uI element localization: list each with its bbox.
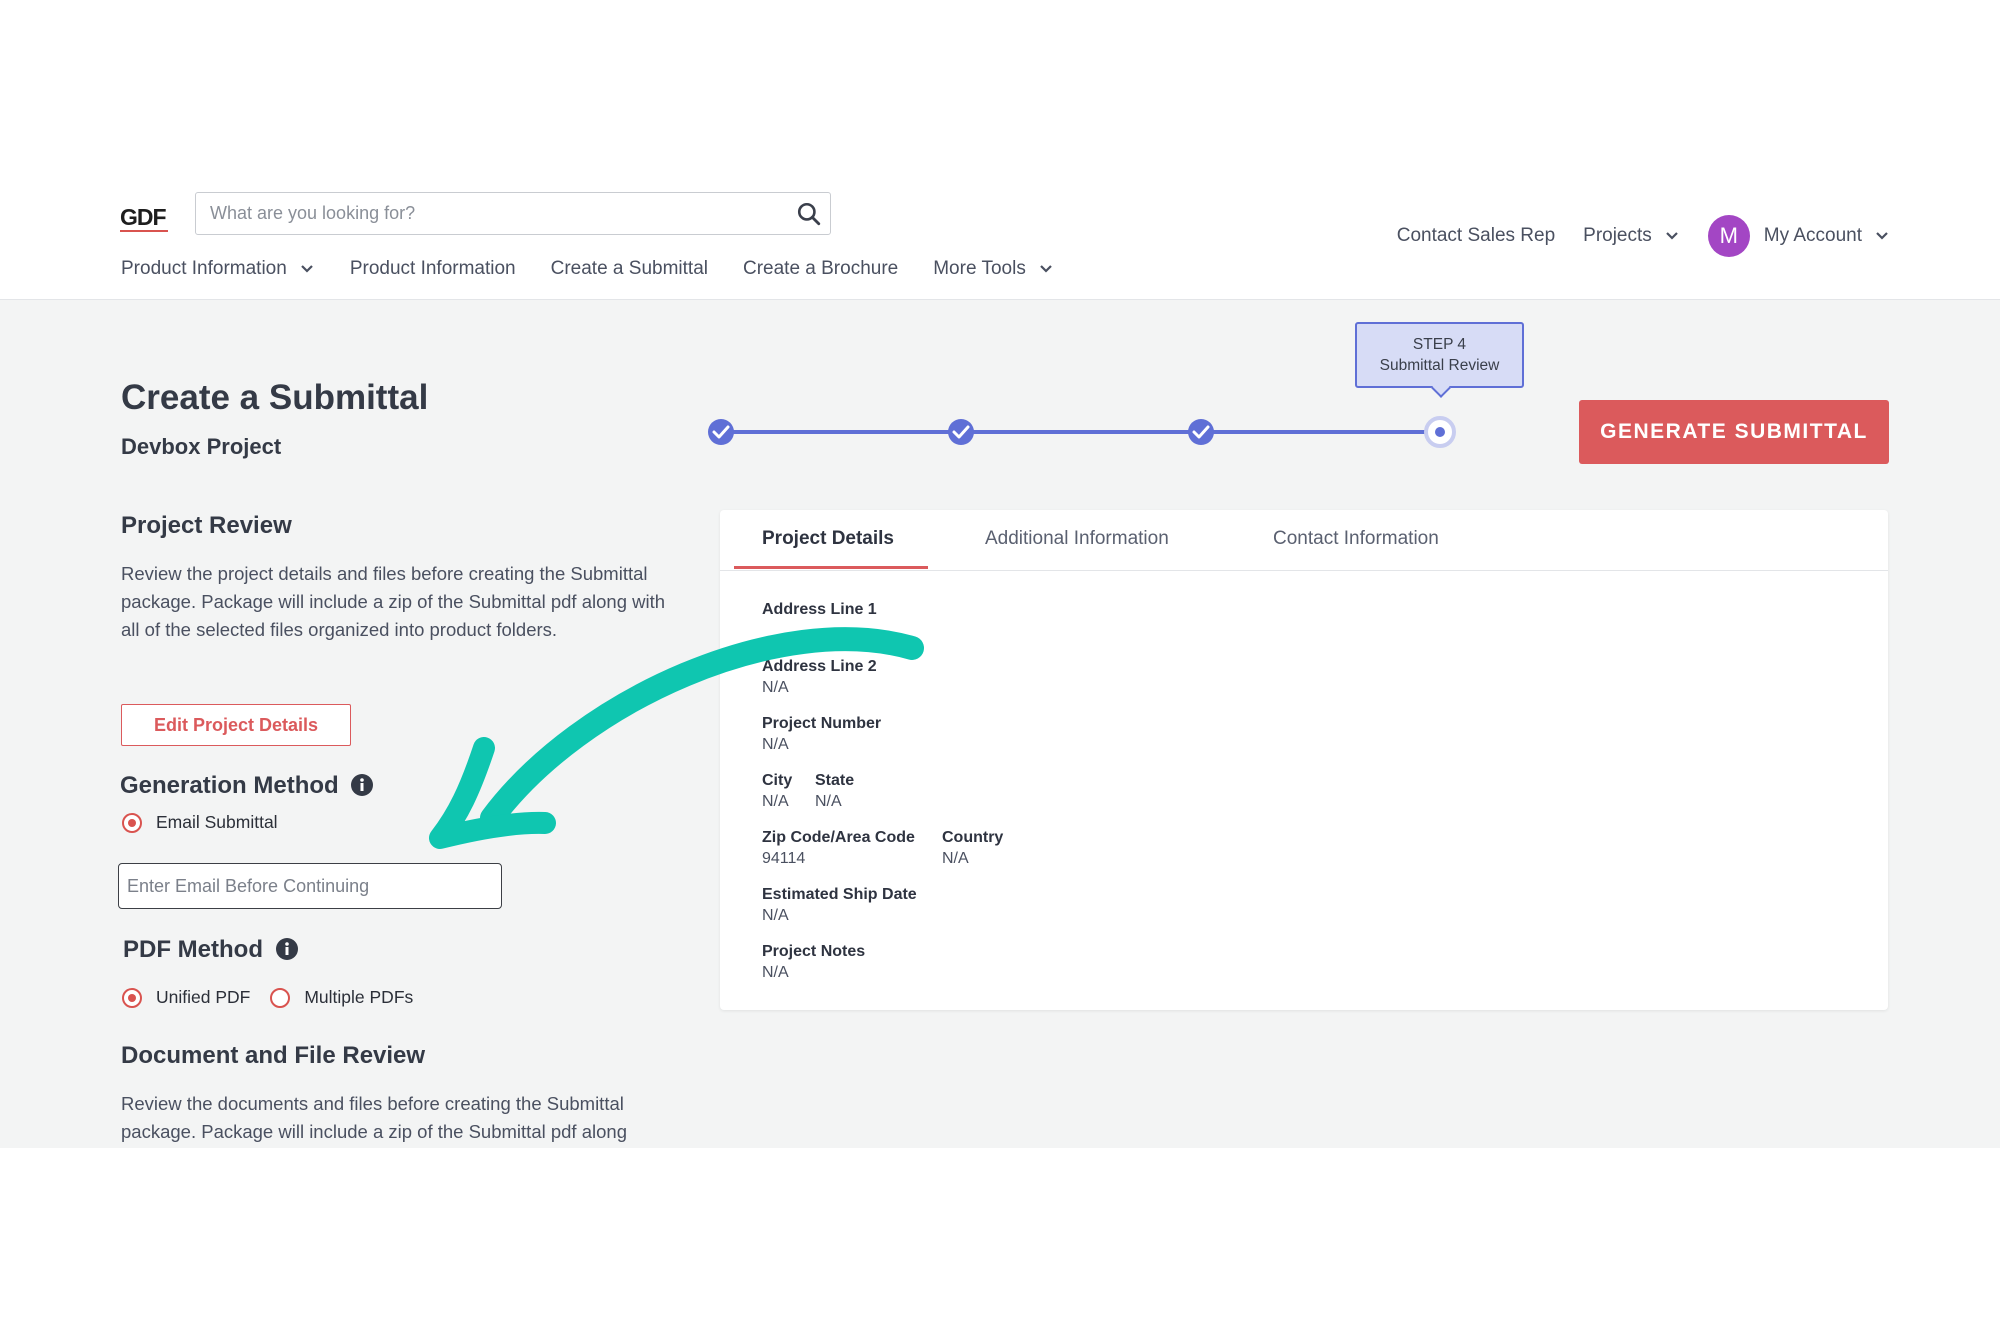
nav-label: Product Information	[349, 258, 516, 279]
my-account-dropdown[interactable]: M My Account	[1707, 215, 1890, 257]
state-label: State	[815, 772, 855, 789]
city-value: N/A	[762, 793, 789, 810]
project-number-value: N/A	[762, 736, 789, 753]
nav-more-tools-dropdown[interactable]: More Tools	[933, 258, 1054, 280]
unified-pdf-radio[interactable]	[122, 987, 142, 1008]
generation-option-email[interactable]: Email Submittal	[122, 812, 298, 833]
project-review-heading: Project Review	[121, 512, 292, 539]
chevron-down-icon	[301, 265, 313, 273]
tab-additional-information[interactable]: Additional Information	[985, 528, 1169, 550]
project-review-description: Review the project details and files bef…	[121, 563, 666, 640]
account-label: My Account	[1763, 225, 1862, 246]
multiple-pdfs-radio[interactable]	[270, 987, 291, 1008]
top-header: GDF Product Information Product Informat…	[0, 182, 2000, 300]
nav-label: More Tools	[933, 258, 1026, 279]
pdf-method-options: Unified PDF Multiple PDFs	[122, 987, 433, 1008]
contact-label: Contact Sales Rep	[1396, 225, 1556, 246]
project-number-label: Project Number	[762, 715, 882, 732]
nav-product-information-dropdown[interactable]: Product Information	[121, 258, 315, 280]
nav-create-submittal[interactable]: Create a Submittal	[551, 258, 708, 280]
pdf-method-title: PDF Method	[123, 936, 263, 963]
nav-label: Create a Submittal	[550, 258, 708, 279]
country-label: Country	[942, 829, 1004, 846]
chevron-down-icon	[1666, 232, 1678, 240]
tab-contact-information[interactable]: Contact Information	[1273, 528, 1439, 550]
info-icon[interactable]	[275, 938, 298, 960]
document-file-review-heading: Document and File Review	[121, 1042, 426, 1069]
address-line-2-label: Address Line 2	[762, 658, 877, 675]
document-file-review-description: Review the documents and files before cr…	[121, 1093, 627, 1142]
unified-pdf-label[interactable]: Unified PDF	[156, 987, 250, 1008]
projects-dropdown[interactable]: Projects	[1583, 225, 1680, 247]
city-label: City	[762, 772, 793, 789]
main-nav: Product Information Product Information …	[121, 254, 1089, 284]
step-4-current[interactable]	[1424, 416, 1456, 448]
main-content: Create a Submittal Devbox Project STEP 4…	[0, 300, 2000, 1148]
gdf-logo[interactable]: GDF	[120, 204, 170, 234]
account-nav: Contact Sales Rep Projects M My Account	[1369, 214, 1890, 258]
logo-underline	[120, 230, 168, 232]
search-box	[195, 192, 831, 235]
country-value: N/A	[942, 850, 969, 867]
contact-sales-rep-link[interactable]: Contact Sales Rep	[1397, 225, 1555, 247]
tooltip-pointer	[1431, 378, 1451, 398]
active-tab-indicator	[734, 566, 928, 569]
search-icon[interactable]	[796, 201, 822, 227]
zip-code-value: 94114	[762, 850, 806, 867]
email-field[interactable]	[118, 863, 502, 909]
step-1-complete[interactable]	[708, 419, 734, 445]
email-submittal-label: Email Submittal	[156, 812, 278, 832]
project-notes-label: Project Notes	[762, 943, 866, 960]
estimated-ship-date-label: Estimated Ship Date	[762, 886, 917, 903]
logo-text: GDF	[120, 204, 167, 230]
details-tabs: Project Details Additional Information C…	[720, 510, 1888, 571]
generate-submittal-button[interactable]: GENERATE SUBMITTAL	[1579, 400, 1889, 464]
state-value: N/A	[815, 793, 842, 810]
edit-project-details-button[interactable]: Edit Project Details	[121, 704, 351, 746]
zip-code-label: Zip Code/Area Code	[762, 829, 915, 846]
pdf-method-heading: PDF Method	[123, 936, 298, 964]
search-input[interactable]	[196, 193, 776, 233]
address-line-1-label: Address Line 1	[762, 601, 877, 618]
chevron-down-icon	[1040, 265, 1052, 273]
nav-label: Create a Brochure	[742, 258, 899, 279]
info-icon[interactable]	[351, 774, 374, 796]
nav-label: Product Information	[121, 258, 287, 279]
project-details-card: Project Details Additional Information C…	[720, 510, 1888, 1010]
tab-project-details[interactable]: Project Details	[762, 528, 894, 550]
generation-method-title: Generation Method	[120, 772, 339, 799]
project-name: Devbox Project	[121, 434, 282, 459]
page-title: Create a Submittal	[121, 378, 429, 417]
tooltip-label: Submittal Review	[1379, 357, 1500, 374]
multiple-pdfs-label[interactable]: Multiple PDFs	[304, 987, 413, 1008]
stepper-track	[708, 416, 1456, 448]
chevron-down-icon	[1876, 232, 1888, 240]
address-line-2-value: N/A	[762, 679, 789, 696]
nav-create-brochure[interactable]: Create a Brochure	[743, 258, 898, 280]
projects-label: Projects	[1583, 225, 1652, 246]
tooltip-step: STEP 4	[1412, 336, 1467, 353]
progress-stepper	[700, 410, 1460, 470]
step-tooltip: STEP 4 Submittal Review	[1355, 322, 1524, 398]
screenshot-stage: GDF Product Information Product Informat…	[0, 0, 2000, 1333]
email-submittal-radio[interactable]	[122, 812, 142, 833]
generation-method-heading: Generation Method	[120, 772, 374, 800]
project-notes-value: N/A	[762, 964, 789, 981]
nav-product-information[interactable]: Product Information	[350, 258, 516, 280]
avatar: M	[1707, 215, 1750, 257]
step-3-complete[interactable]	[1188, 419, 1214, 445]
step-2-complete[interactable]	[948, 419, 974, 445]
estimated-ship-date-value: N/A	[762, 907, 789, 924]
